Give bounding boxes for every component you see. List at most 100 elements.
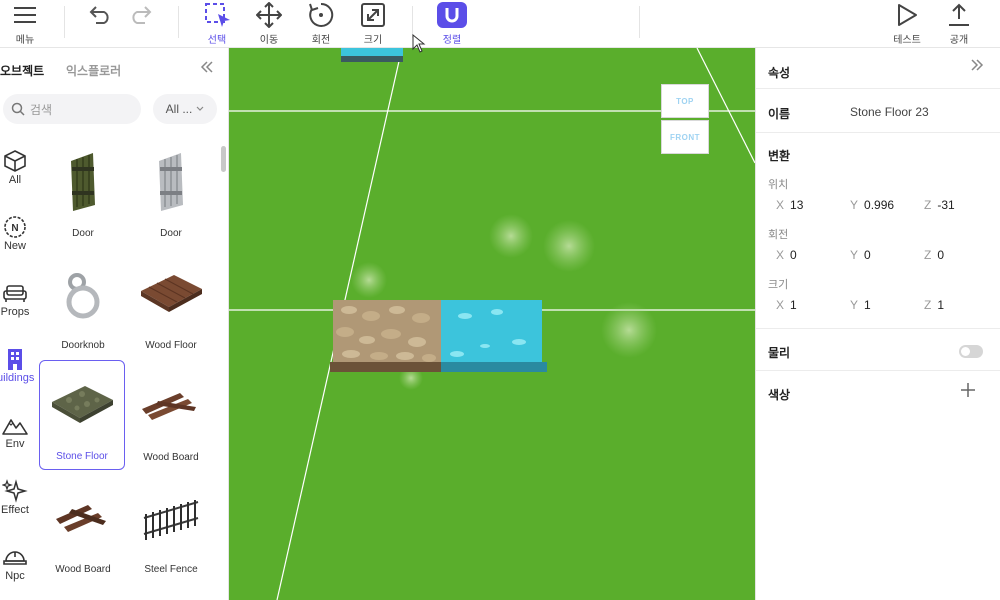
search-icon: [11, 102, 25, 116]
object-name-field[interactable]: Stone Floor 23: [850, 105, 929, 119]
category-npc[interactable]: Npc: [0, 544, 30, 582]
metal-door-thumbnail: [131, 142, 211, 222]
rotate-label: 회전: [311, 35, 331, 46]
wood-board-thumbnail: [131, 366, 211, 446]
category-props[interactable]: Props: [0, 280, 30, 318]
select-icon: [203, 0, 231, 30]
redo-icon: [129, 0, 153, 30]
asset-name: Door: [160, 228, 182, 239]
mouse-cursor-icon: [412, 33, 426, 59]
select-label: 선택: [207, 35, 227, 46]
view-gizmo-front[interactable]: FRONT: [661, 120, 709, 154]
category-env[interactable]: Env: [0, 412, 30, 450]
position-z-field[interactable]: Z -31: [924, 198, 955, 212]
search-input[interactable]: 검색: [3, 94, 141, 124]
align-snap-button[interactable]: 정렬: [435, 0, 469, 48]
physics-label: 물리: [768, 346, 791, 360]
publish-button[interactable]: 공개: [942, 0, 976, 48]
doorknob-thumbnail: [43, 254, 123, 334]
scene-viewport[interactable]: TOP FRONT: [229, 48, 755, 600]
magnet-icon: [437, 0, 467, 30]
panel-tabs: 오브젝트 익스플로러: [0, 60, 229, 80]
toolbar-divider: [64, 6, 65, 38]
menu-label: 메뉴: [15, 35, 35, 46]
asset-item-steel-fence[interactable]: Steel Fence: [128, 474, 214, 584]
asset-name: Wood Board: [55, 564, 111, 575]
scale-label: 크기: [363, 35, 383, 46]
double-chevron-right-icon: [970, 58, 984, 75]
category-buildings[interactable]: Buildings: [0, 346, 34, 384]
category-all[interactable]: All: [0, 148, 30, 186]
category-filter-dropdown[interactable]: All ...: [153, 94, 217, 124]
scale-x-field[interactable]: X1: [776, 298, 797, 312]
category-label: Effect: [1, 504, 29, 516]
properties-title: 속성: [768, 66, 791, 80]
divider: [756, 328, 1000, 329]
physics-toggle[interactable]: [959, 345, 983, 358]
asset-item-stone-floor[interactable]: Stone Floor: [39, 360, 125, 470]
category-label: Env: [5, 438, 25, 450]
menu-button[interactable]: 메뉴: [8, 0, 42, 48]
stone-floor-thumbnail: [42, 365, 122, 445]
wood-board-thumbnail: [43, 478, 123, 558]
move-tool-button[interactable]: 이동: [253, 0, 285, 48]
svg-text:N: N: [11, 223, 18, 234]
collapse-panel-button[interactable]: [200, 60, 214, 78]
transform-label: 변환: [768, 149, 791, 163]
publish-label: 공개: [949, 35, 969, 46]
add-color-button[interactable]: [961, 381, 975, 402]
rotate-tool-button[interactable]: 회전: [305, 0, 337, 48]
asset-name: Door: [72, 228, 94, 239]
helmet-icon: [0, 544, 30, 570]
tab-objects[interactable]: 오브젝트: [0, 62, 44, 79]
hamburger-icon: [14, 0, 36, 30]
test-play-button[interactable]: 테스트: [889, 0, 925, 48]
scale-icon: [360, 0, 386, 30]
asset-name: Steel Fence: [144, 564, 198, 575]
move-icon: [256, 0, 282, 30]
asset-item-wood-board[interactable]: Wood Board: [40, 474, 126, 584]
double-chevron-left-icon: [200, 60, 214, 77]
rotate-icon: [308, 0, 334, 30]
position-y-field[interactable]: Y 0.996: [850, 198, 894, 212]
position-label: 위치: [768, 179, 789, 191]
category-new[interactable]: N New: [0, 214, 30, 252]
view-gizmo-top[interactable]: TOP: [661, 84, 709, 118]
category-label: Npc: [5, 570, 25, 582]
chevron-down-icon: [196, 104, 204, 114]
redo-button[interactable]: [127, 0, 155, 48]
toolbar-divider: [178, 6, 179, 38]
asset-item-wood-floor[interactable]: Wood Floor: [128, 250, 214, 360]
asset-item-door[interactable]: Door: [128, 138, 214, 248]
asset-item-wood-board[interactable]: Wood Board: [128, 362, 214, 472]
play-icon: [896, 0, 918, 30]
select-tool-button[interactable]: 선택: [201, 0, 233, 48]
test-label: 테스트: [893, 35, 921, 46]
scrollbar-thumb[interactable]: [221, 146, 226, 172]
plus-icon: [961, 381, 975, 401]
tab-explorer[interactable]: 익스플로러: [66, 62, 121, 79]
rotation-x-field[interactable]: X0: [776, 248, 797, 262]
asset-item-doorknob[interactable]: Doorknob: [40, 250, 126, 360]
category-label: All: [8, 174, 22, 186]
asset-name: Wood Board: [143, 452, 199, 463]
asset-item-door[interactable]: Door: [40, 138, 126, 248]
top-toolbar: 메뉴 선택 이동 회전 크기 정렬 테스트 공개: [0, 0, 1000, 48]
category-effect[interactable]: Effect: [0, 478, 30, 516]
rotation-y-field[interactable]: Y0: [850, 248, 871, 262]
door-thumbnail: [43, 142, 123, 222]
collapse-properties-button[interactable]: [970, 58, 984, 76]
scale-z-field[interactable]: Z1: [924, 298, 944, 312]
undo-button[interactable]: [86, 0, 114, 48]
move-label: 이동: [259, 35, 279, 46]
divider: [756, 370, 1000, 371]
toggle-knob: [961, 347, 970, 356]
scale-tool-button[interactable]: 크기: [357, 0, 389, 48]
position-x-field[interactable]: X 13: [776, 198, 803, 212]
steel-fence-thumbnail: [131, 478, 211, 558]
mountain-icon: [0, 412, 30, 438]
rotation-z-field[interactable]: Z0: [924, 248, 944, 262]
sparkle-icon: [0, 478, 30, 504]
filter-value: All ...: [165, 102, 193, 116]
scale-y-field[interactable]: Y1: [850, 298, 871, 312]
